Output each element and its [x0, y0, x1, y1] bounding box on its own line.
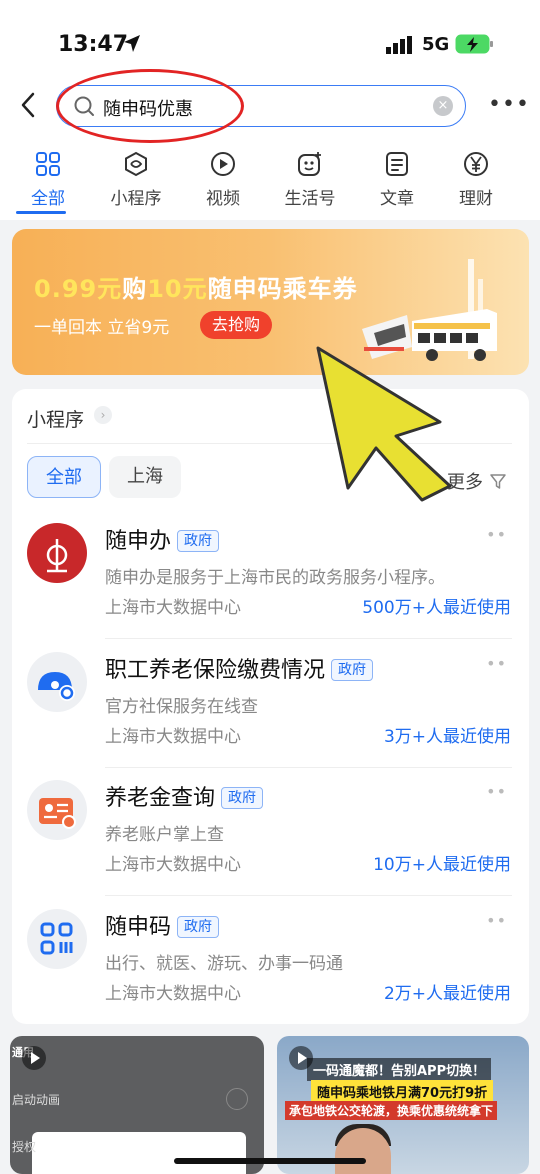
promo-banner[interactable]: 0.99元购10元随申码乘车券 一单回本 立省9元 去抢购: [12, 229, 529, 375]
divider: [105, 638, 512, 639]
video-caption: 授权: [12, 1140, 37, 1154]
more-filter-button[interactable]: 更多: [447, 468, 507, 494]
item-more-icon[interactable]: ••: [486, 782, 507, 801]
suishenban-logo: [27, 523, 87, 583]
miniprogram-section: 小程序 › 全部 上海 更多 随申办 政府 随申办是服务于上海市民的政务服务小程序…: [12, 389, 529, 1024]
search-tabs: 全部 小程序 视频 生活号 文章 理财: [0, 146, 540, 216]
tab-label: 全部: [31, 189, 65, 209]
result-name: 随申办 政府: [105, 523, 220, 555]
result-users: 10万+人最近使用: [373, 855, 511, 875]
article-icon: [386, 152, 408, 176]
tab-all[interactable]: 全部: [8, 146, 88, 216]
grid-icon: [36, 152, 60, 176]
result-desc: 养老账户掌上查: [105, 825, 224, 845]
gov-tag: 政府: [177, 916, 220, 938]
item-more-icon[interactable]: ••: [486, 525, 507, 544]
qr-code-icon: [40, 922, 73, 955]
result-name: 养老金查询 政府: [105, 780, 264, 812]
result-org: 上海市大数据中心: [105, 598, 241, 618]
more-menu-icon[interactable]: •••: [488, 92, 529, 117]
transit-illustration: [362, 259, 497, 361]
tab-article[interactable]: 文章: [357, 146, 437, 216]
video-headline: 一码通魔都！告别APP切换！: [307, 1058, 492, 1081]
location-arrow-icon: [124, 35, 140, 52]
tab-active-indicator: [16, 211, 66, 214]
suishenma-logo: [27, 909, 87, 969]
banner-title: 0.99元购10元随申码乘车券: [34, 275, 358, 303]
divider: [105, 895, 512, 896]
status-time: 13:47: [58, 32, 129, 57]
video-panel: [32, 1132, 246, 1174]
result-org: 上海市大数据中心: [105, 984, 241, 1004]
chevron-right-icon[interactable]: ›: [94, 406, 112, 424]
signal-icon: [386, 36, 412, 54]
result-name: 职工养老保险缴费情况 政府: [105, 652, 374, 684]
video-headline: 随申码乘地铁月满70元打9折: [311, 1080, 494, 1103]
video-caption: 启动动画: [12, 1093, 61, 1107]
item-more-icon[interactable]: ••: [486, 911, 507, 930]
search-input[interactable]: 随申码优惠: [103, 95, 193, 121]
video-card-left[interactable]: 通用 启动动画 授权: [10, 1036, 264, 1174]
home-indicator: [174, 1158, 366, 1164]
play-icon: [211, 152, 235, 176]
tab-finance[interactable]: 理财: [436, 146, 516, 216]
clear-search-icon[interactable]: ×: [433, 96, 453, 116]
gov-tag: 政府: [221, 787, 264, 809]
lifeaccount-icon: [298, 152, 321, 176]
result-users: 2万+人最近使用: [383, 984, 511, 1004]
filter-icon: [490, 474, 506, 489]
chip-all[interactable]: 全部: [27, 456, 101, 498]
gov-tag: 政府: [177, 530, 220, 552]
search-bar[interactable]: 随申码优惠 ×: [56, 85, 466, 127]
tab-label: 小程序: [110, 189, 162, 209]
grab-button[interactable]: 去抢购: [200, 311, 273, 339]
section-title: 小程序: [27, 409, 85, 431]
gov-tag: 政府: [331, 659, 374, 681]
toggle-icon: [226, 1088, 248, 1110]
result-desc: 官方社保服务在线查: [105, 697, 258, 717]
result-name: 随申码 政府: [105, 909, 220, 941]
search-icon: [74, 96, 94, 116]
battery-charging-icon: [455, 34, 493, 54]
result-users: 3万+人最近使用: [383, 727, 511, 747]
result-org: 上海市大数据中心: [105, 727, 241, 747]
tab-label: 文章: [380, 189, 414, 209]
tab-lifeaccount[interactable]: 生活号: [270, 146, 350, 216]
tab-miniprogram[interactable]: 小程序: [96, 146, 176, 216]
pension-insurance-logo: [27, 652, 87, 712]
yen-icon: [464, 152, 488, 176]
pension-query-logo: [27, 780, 87, 840]
more-label: 更多: [447, 472, 483, 493]
result-item[interactable]: 职工养老保险缴费情况 政府 官方社保服务在线查 上海市大数据中心 3万+人最近使用…: [12, 640, 529, 768]
suishenban-emblem-icon: [46, 539, 68, 573]
miniprogram-icon: [125, 151, 147, 177]
video-headline: 承包地铁公交轮渡，换乘优惠统统拿下: [285, 1101, 498, 1120]
result-users: 500万+人最近使用: [362, 598, 511, 618]
helmet-icon: [38, 672, 75, 701]
result-org: 上海市大数据中心: [105, 855, 241, 875]
status-bar: 13:47 5G: [0, 0, 540, 88]
network-type: 5G: [422, 34, 450, 55]
banner-subtitle: 一单回本 立省9元: [34, 318, 170, 338]
result-desc: 出行、就医、游玩、办事一码通: [105, 954, 343, 974]
result-item[interactable]: 养老金查询 政府 养老账户掌上查 上海市大数据中心 10万+人最近使用 ••: [12, 768, 529, 896]
result-item[interactable]: 随申办 政府 随申办是服务于上海市民的政务服务小程序。 上海市大数据中心 500万…: [12, 511, 529, 639]
result-desc: 随申办是服务于上海市民的政务服务小程序。: [105, 568, 445, 588]
tab-label: 理财: [459, 189, 493, 209]
tab-label: 视频: [206, 189, 240, 209]
result-item[interactable]: 随申码 政府 出行、就医、游玩、办事一码通 上海市大数据中心 2万+人最近使用 •…: [12, 897, 529, 1025]
tab-label: 生活号: [284, 189, 336, 209]
tab-video[interactable]: 视频: [183, 146, 263, 216]
chip-shanghai[interactable]: 上海: [109, 456, 181, 498]
play-icon: [22, 1046, 46, 1070]
back-icon[interactable]: [14, 90, 44, 120]
video-card-right[interactable]: 一码通魔都！告别APP切换！ 随申码乘地铁月满70元打9折 承包地铁公交轮渡，换…: [277, 1036, 529, 1174]
id-card-icon: [39, 798, 76, 829]
divider: [27, 443, 512, 444]
item-more-icon[interactable]: ••: [486, 654, 507, 673]
